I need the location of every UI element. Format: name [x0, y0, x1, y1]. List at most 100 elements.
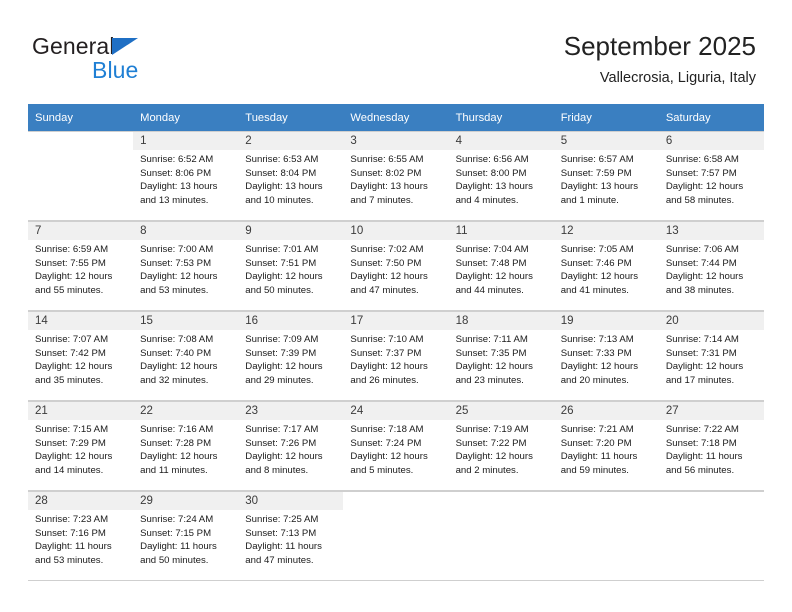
calendar-day-cell[interactable]: 8 Sunrise: 7:00 AM Sunset: 7:53 PM Daylight…: [133, 221, 239, 311]
day-number: 17: [343, 312, 449, 330]
calendar-cell: 30 Sunrise: 7:25 AM Sunset: 7:13 PM Dayligh…: [238, 491, 344, 581]
calendar-day-cell[interactable]: 10 Sunrise: 7:02 AM Sunset: 7:50 PM Dayligh…: [343, 221, 449, 311]
logo-triangle-icon: [112, 38, 138, 55]
calendar-day-cell[interactable]: 3 Sunrise: 6:55 AM Sunset: 8:02 PM Daylight…: [343, 131, 449, 221]
daylight-text-line1: Daylight: 12 hours: [35, 451, 113, 463]
calendar-day-cell[interactable]: 6 Sunrise: 6:58 AM Sunset: 7:57 PM Daylight…: [658, 131, 764, 221]
calendar-day-cell[interactable]: 21 Sunrise: 7:15 AM Sunset: 7:29 PM Dayligh…: [28, 401, 134, 491]
sunset-text: Sunset: 7:59 PM: [560, 167, 632, 179]
daylight-text-line2: and 35 minutes.: [35, 375, 104, 387]
day-number: 20: [658, 312, 764, 330]
daylight-text-line2: and 38 minutes.: [665, 285, 735, 297]
weekday-header-friday: Friday: [553, 104, 659, 131]
daylight-text-line2: and 29 minutes.: [245, 375, 314, 387]
day-number: 29: [133, 492, 239, 510]
calendar-day-cell[interactable]: 29 Sunrise: 7:24 AM Sunset: 7:15 PM Dayligh…: [133, 491, 239, 581]
day-details: Sunrise: 6:56 AM Sunset: 8:00 PM Daylight:…: [449, 150, 554, 208]
weekday-header-sunday: Sunday: [28, 104, 134, 131]
daylight-text-line1: Daylight: 12 hours: [455, 271, 533, 283]
calendar-day-cell[interactable]: 11 Sunrise: 7:04 AM Sunset: 7:48 PM Dayligh…: [448, 221, 554, 311]
calendar-day-cell[interactable]: 27 Sunrise: 7:22 AM Sunset: 7:18 PM Dayligh…: [658, 401, 764, 491]
day-number: 24: [343, 402, 449, 420]
day-details: Sunrise: 7:14 AM Sunset: 7:31 PM Daylight:…: [659, 330, 764, 388]
day-details: Sunrise: 7:16 AM Sunset: 7:28 PM Daylight:…: [133, 420, 238, 478]
daylight-text-line1: Daylight: 12 hours: [350, 451, 428, 463]
sunset-text: Sunset: 7:42 PM: [35, 347, 106, 359]
calendar-week-row: 14 Sunrise: 7:07 AM Sunset: 7:42 PM Dayligh…: [28, 311, 764, 401]
sunrise-text: Sunrise: 7:17 AM: [245, 424, 319, 435]
calendar-day-cell[interactable]: 28 Sunrise: 7:23 AM Sunset: 7:16 PM Dayligh…: [28, 491, 134, 581]
sunset-text: Sunset: 7:33 PM: [560, 347, 632, 359]
sunrise-text: Sunrise: 7:00 AM: [140, 244, 214, 255]
calendar-day-cell[interactable]: 5 Sunrise: 6:57 AM Sunset: 7:59 PM Daylight…: [553, 131, 659, 221]
sunset-text: Sunset: 7:51 PM: [245, 257, 317, 269]
calendar-cell: 13 Sunrise: 7:06 AM Sunset: 7:44 PM Dayligh…: [658, 221, 764, 311]
daylight-text-line1: Daylight: 12 hours: [140, 361, 218, 373]
daylight-text-line2: and 17 minutes.: [665, 375, 735, 387]
daylight-text-line1: Daylight: 13 hours: [245, 181, 323, 193]
daylight-text-line1: Daylight: 12 hours: [35, 361, 113, 373]
sunrise-text: Sunrise: 7:08 AM: [140, 334, 214, 345]
day-details: Sunrise: 7:01 AM Sunset: 7:51 PM Daylight:…: [238, 240, 343, 298]
sunrise-text: Sunrise: 6:58 AM: [665, 154, 739, 165]
sunset-text: Sunset: 7:16 PM: [35, 527, 106, 539]
calendar-day-cell[interactable]: 22 Sunrise: 7:16 AM Sunset: 7:28 PM Dayligh…: [133, 401, 239, 491]
calendar-day-cell[interactable]: 23 Sunrise: 7:17 AM Sunset: 7:26 PM Dayligh…: [238, 401, 344, 491]
daylight-text-line2: and 53 minutes.: [35, 555, 104, 567]
sunrise-text: Sunrise: 7:06 AM: [665, 244, 739, 255]
calendar-week-row: 7 Sunrise: 6:59 AM Sunset: 7:55 PM Daylight…: [28, 221, 764, 311]
calendar-day-cell[interactable]: 19 Sunrise: 7:13 AM Sunset: 7:33 PM Dayligh…: [553, 311, 659, 401]
calendar-day-cell[interactable]: 9 Sunrise: 7:01 AM Sunset: 7:51 PM Daylight…: [238, 221, 344, 311]
day-number: 25: [448, 402, 554, 420]
day-number: 26: [553, 402, 659, 420]
calendar-day-cell[interactable]: 25 Sunrise: 7:19 AM Sunset: 7:22 PM Dayligh…: [448, 401, 554, 491]
daylight-text-line1: Daylight: 12 hours: [665, 181, 744, 193]
daylight-text-line2: and 2 minutes.: [455, 465, 519, 477]
calendar-day-cell[interactable]: 7 Sunrise: 6:59 AM Sunset: 7:55 PM Daylight…: [28, 221, 134, 311]
calendar-day-cell[interactable]: 4 Sunrise: 6:56 AM Sunset: 8:00 PM Daylight…: [448, 131, 554, 221]
title-block: September 2025 Vallecrosia, Liguria, Ita…: [564, 30, 756, 87]
daylight-text-line2: and 1 minute.: [560, 195, 619, 207]
calendar-day-cell[interactable]: 1 Sunrise: 6:52 AM Sunset: 8:06 PM Daylight…: [133, 131, 239, 221]
sunrise-text: Sunrise: 7:19 AM: [455, 424, 529, 435]
sunrise-text: Sunrise: 7:23 AM: [35, 514, 109, 525]
calendar-cell-empty: [553, 491, 659, 581]
calendar-cell-empty: [343, 491, 449, 581]
sunset-text: Sunset: 7:18 PM: [665, 437, 737, 449]
general-blue-logo[interactable]: General Blue: [32, 33, 272, 85]
weekday-header-saturday: Saturday: [658, 104, 764, 131]
calendar-day-cell[interactable]: 20 Sunrise: 7:14 AM Sunset: 7:31 PM Dayligh…: [658, 311, 764, 401]
sunrise-text: Sunrise: 7:18 AM: [350, 424, 424, 435]
calendar-day-cell[interactable]: 2 Sunrise: 6:53 AM Sunset: 8:04 PM Daylight…: [238, 131, 344, 221]
page-title: September 2025: [563, 31, 756, 61]
sunset-text: Sunset: 7:28 PM: [140, 437, 212, 449]
sunrise-text: Sunrise: 7:13 AM: [560, 334, 634, 345]
calendar-week-row: 21 Sunrise: 7:15 AM Sunset: 7:29 PM Dayligh…: [28, 401, 764, 491]
daylight-text-line1: Daylight: 12 hours: [350, 361, 428, 373]
calendar-day-cell[interactable]: 24 Sunrise: 7:18 AM Sunset: 7:24 PM Dayligh…: [343, 401, 449, 491]
sunset-text: Sunset: 7:55 PM: [35, 257, 106, 269]
calendar-day-cell[interactable]: 17 Sunrise: 7:10 AM Sunset: 7:37 PM Dayligh…: [343, 311, 449, 401]
day-number: 18: [448, 312, 554, 330]
sunset-text: Sunset: 8:02 PM: [350, 167, 422, 179]
daylight-text-line1: Daylight: 11 hours: [665, 451, 743, 463]
day-details: Sunrise: 6:59 AM Sunset: 7:55 PM Daylight:…: [28, 240, 133, 298]
calendar-day-cell[interactable]: 15 Sunrise: 7:08 AM Sunset: 7:40 PM Dayligh…: [133, 311, 239, 401]
sunrise-text: Sunrise: 7:09 AM: [245, 334, 319, 345]
sunset-text: Sunset: 7:46 PM: [560, 257, 632, 269]
calendar-day-cell[interactable]: 13 Sunrise: 7:06 AM Sunset: 7:44 PM Dayligh…: [658, 221, 764, 311]
calendar-day-cell[interactable]: 30 Sunrise: 7:25 AM Sunset: 7:13 PM Dayligh…: [238, 491, 344, 581]
sunrise-text: Sunrise: 7:10 AM: [350, 334, 424, 345]
calendar-day-cell[interactable]: 18 Sunrise: 7:11 AM Sunset: 7:35 PM Dayligh…: [448, 311, 554, 401]
calendar-cell: [448, 491, 554, 581]
calendar-day-cell[interactable]: 26 Sunrise: 7:21 AM Sunset: 7:20 PM Dayligh…: [553, 401, 659, 491]
day-number: 5: [553, 132, 659, 150]
logo-text-blue: Blue: [92, 57, 139, 83]
sunset-text: Sunset: 7:39 PM: [245, 347, 317, 359]
day-details: Sunrise: 7:15 AM Sunset: 7:29 PM Daylight:…: [28, 420, 133, 478]
calendar-day-cell[interactable]: 16 Sunrise: 7:09 AM Sunset: 7:39 PM Dayligh…: [238, 311, 344, 401]
daylight-text-line2: and 26 minutes.: [350, 375, 419, 387]
sunrise-text: Sunrise: 7:01 AM: [245, 244, 319, 255]
calendar-day-cell[interactable]: 12 Sunrise: 7:05 AM Sunset: 7:46 PM Dayligh…: [553, 221, 659, 311]
calendar-day-cell[interactable]: 14 Sunrise: 7:07 AM Sunset: 7:42 PM Dayligh…: [28, 311, 134, 401]
